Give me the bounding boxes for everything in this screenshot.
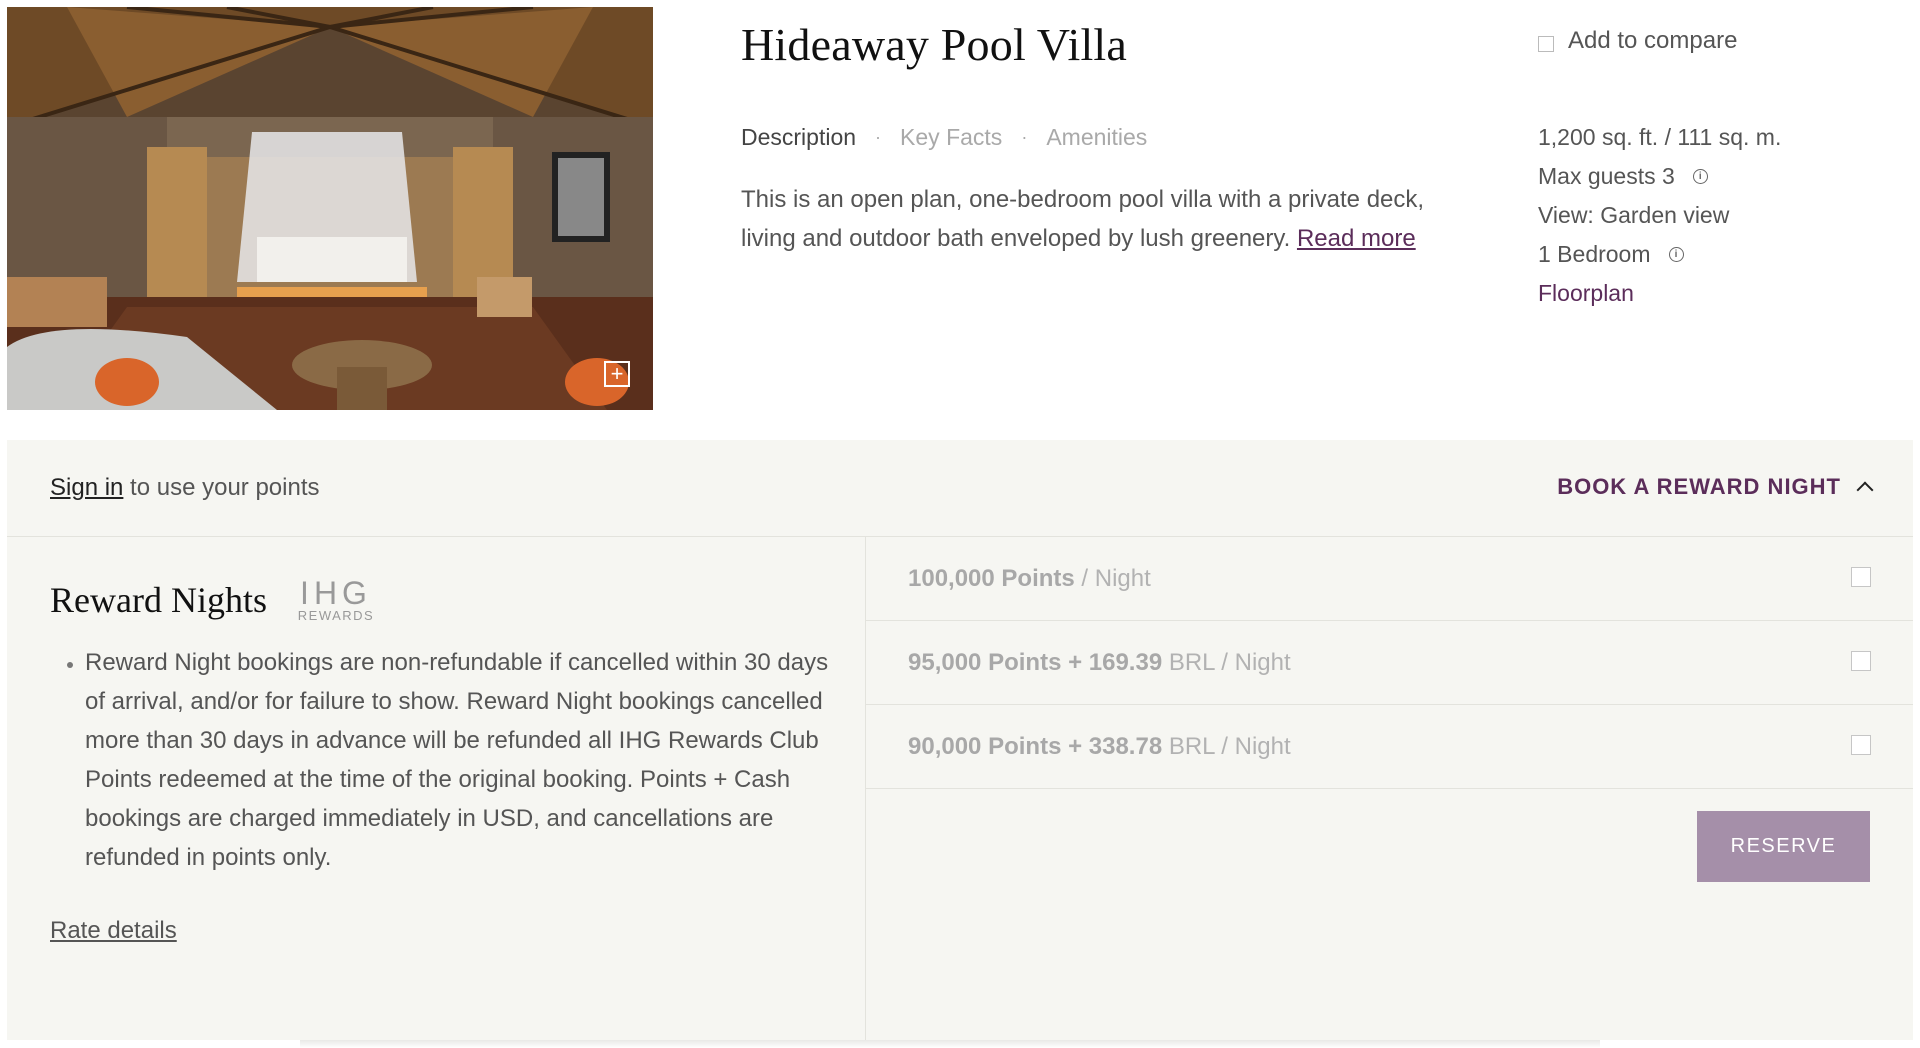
reward-panel: Sign in to use your points BOOK A REWARD… (7, 440, 1913, 1040)
reward-info-column: Reward Nights IHG REWARDS Reward Night b… (7, 537, 866, 1040)
fact-size-text: 1,200 sq. ft. / 111 sq. m. (1538, 124, 1782, 150)
ihg-logo-text: IHG (300, 575, 372, 611)
signin-rest-text: to use your points (123, 474, 320, 501)
reward-option[interactable]: 100,000 Points / Night (866, 537, 1913, 621)
reward-panel-header: Sign in to use your points BOOK A REWARD… (7, 440, 1913, 537)
reward-option-label: 100,000 Points / Night (908, 565, 1151, 593)
fact-size: 1,200 sq. ft. / 111 sq. m. (1538, 118, 1781, 157)
policy-item: Reward Night bookings are non-refundable… (85, 643, 830, 877)
room-photo[interactable]: + (7, 7, 653, 410)
fact-bedroom-text: 1 Bedroom (1538, 241, 1651, 267)
tab-separator: · (875, 127, 882, 147)
tab-separator: · (1021, 127, 1028, 147)
checkbox-icon[interactable] (1851, 651, 1871, 671)
reward-option-unit: / Night (1074, 565, 1151, 592)
key-facts: 1,200 sq. ft. / 111 sq. m. Max guests 3 … (1538, 118, 1781, 313)
info-icon[interactable]: i (1668, 247, 1684, 262)
reward-option-points: 100,000 Points (908, 565, 1075, 592)
add-to-compare-label: Add to compare (1568, 27, 1738, 54)
checkbox-icon[interactable] (1538, 36, 1554, 52)
room-description: This is an open plan, one-bedroom pool v… (741, 180, 1461, 258)
rate-details-link[interactable]: Rate details (50, 917, 177, 945)
add-to-compare[interactable]: Add to compare (1538, 27, 1737, 55)
tab-key-facts[interactable]: Key Facts (900, 124, 1002, 151)
book-reward-night-toggle[interactable]: BOOK A REWARD NIGHT (1557, 474, 1874, 500)
floorplan-row: Floorplan (1538, 274, 1781, 313)
room-tabs: Description · Key Facts · Amenities (741, 124, 1147, 151)
read-more-link[interactable]: Read more (1297, 225, 1416, 252)
reward-policy: Reward Night bookings are non-refundable… (50, 643, 830, 877)
reward-option[interactable]: 95,000 Points + 169.39 BRL / Night (866, 621, 1913, 705)
fact-view-text: View: Garden view (1538, 202, 1730, 228)
reward-option-unit: BRL / Night (1162, 733, 1291, 760)
fact-view: View: Garden view (1538, 196, 1781, 235)
room-title: Hideaway Pool Villa (741, 19, 1128, 70)
tab-description[interactable]: Description (741, 124, 856, 151)
reward-options-column: 100,000 Points / Night 95,000 Points + 1… (866, 537, 1913, 882)
panel-shadow (300, 1040, 1600, 1048)
reward-option-label: 90,000 Points + 338.78 BRL / Night (908, 733, 1291, 761)
chevron-up-icon (1856, 481, 1874, 499)
fact-bedroom: 1 Bedroom i (1538, 235, 1781, 274)
fact-max-guests: Max guests 3 i (1538, 157, 1781, 196)
signin-prompt: Sign in to use your points (50, 474, 320, 502)
ihg-rewards-logo: IHG REWARDS (291, 577, 381, 623)
reward-nights-title: Reward Nights (50, 580, 267, 620)
checkbox-icon[interactable] (1851, 735, 1871, 755)
reward-option-points: 95,000 Points + 169.39 (908, 649, 1163, 676)
reward-option-unit: BRL / Night (1162, 649, 1291, 676)
fact-max-guests-text: Max guests 3 (1538, 163, 1675, 189)
reward-option-label: 95,000 Points + 169.39 BRL / Night (908, 649, 1291, 677)
policy-list: Reward Night bookings are non-refundable… (50, 643, 830, 877)
reserve-button[interactable]: RESERVE (1697, 811, 1870, 882)
reward-option-points: 90,000 Points + 338.78 (908, 733, 1163, 760)
tab-amenities[interactable]: Amenities (1046, 124, 1147, 151)
floorplan-link[interactable]: Floorplan (1538, 274, 1634, 313)
info-icon[interactable]: i (1692, 169, 1708, 184)
checkbox-icon[interactable] (1851, 567, 1871, 587)
villa-interior-illustration (7, 7, 653, 410)
reward-option[interactable]: 90,000 Points + 338.78 BRL / Night (866, 705, 1913, 789)
expand-icon[interactable]: + (604, 361, 630, 387)
ihg-logo-subtext: REWARDS (297, 608, 375, 623)
sign-in-link[interactable]: Sign in (50, 474, 123, 501)
book-reward-night-label: BOOK A REWARD NIGHT (1557, 474, 1841, 499)
